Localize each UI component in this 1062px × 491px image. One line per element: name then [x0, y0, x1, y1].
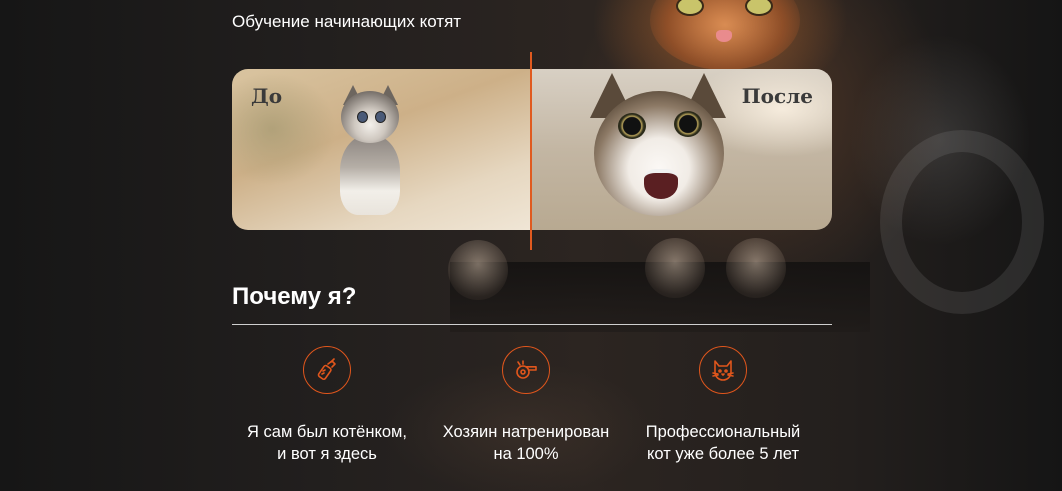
feature-text: Я сам был котёнком, и вот я здесь: [229, 421, 425, 465]
kitten-eye: [375, 111, 386, 123]
feature-line: Я сам был котёнком,: [247, 423, 407, 441]
cat-open-mouth: [644, 169, 678, 199]
cat-eye: [618, 113, 646, 139]
feature-line: и вот я здесь: [277, 445, 377, 463]
page-content: Обучение начинающих котят До После Почем…: [0, 0, 1062, 491]
feature-line: Профессиональный: [645, 423, 801, 441]
feature-line: Хозяин натренирован: [442, 423, 610, 441]
baby-bottle-icon: [303, 346, 351, 394]
before-image: До: [232, 69, 532, 230]
kitten-head: [341, 91, 399, 143]
training-section-title: Обучение начинающих котят: [232, 12, 462, 31]
cat-face-icon: [699, 346, 747, 394]
kitten-eye: [357, 111, 368, 123]
feature-line: на 100%: [493, 445, 559, 463]
feature-item-owner: Хозяин натренирован на 100%: [428, 346, 624, 465]
after-label: После: [741, 84, 813, 108]
cat-eye: [674, 111, 702, 137]
feature-item-professional: Профессиональный кот уже более 5 лет: [625, 346, 821, 465]
feature-line: кот уже более 5 лет: [647, 445, 799, 463]
why-me-title: Почему я?: [232, 283, 357, 310]
before-label: До: [251, 84, 283, 108]
comparison-slider-handle[interactable]: [530, 52, 532, 250]
feature-item-kitten: Я сам был котёнком, и вот я здесь: [229, 346, 425, 465]
feature-text: Профессиональный кот уже более 5 лет: [625, 421, 821, 465]
section-divider: [232, 324, 832, 325]
feature-text: Хозяин натренирован на 100%: [428, 421, 624, 465]
kitten-body: [340, 135, 400, 215]
after-image: После: [532, 69, 832, 230]
before-after-comparison[interactable]: До После: [232, 69, 832, 230]
whistle-icon: [502, 346, 550, 394]
